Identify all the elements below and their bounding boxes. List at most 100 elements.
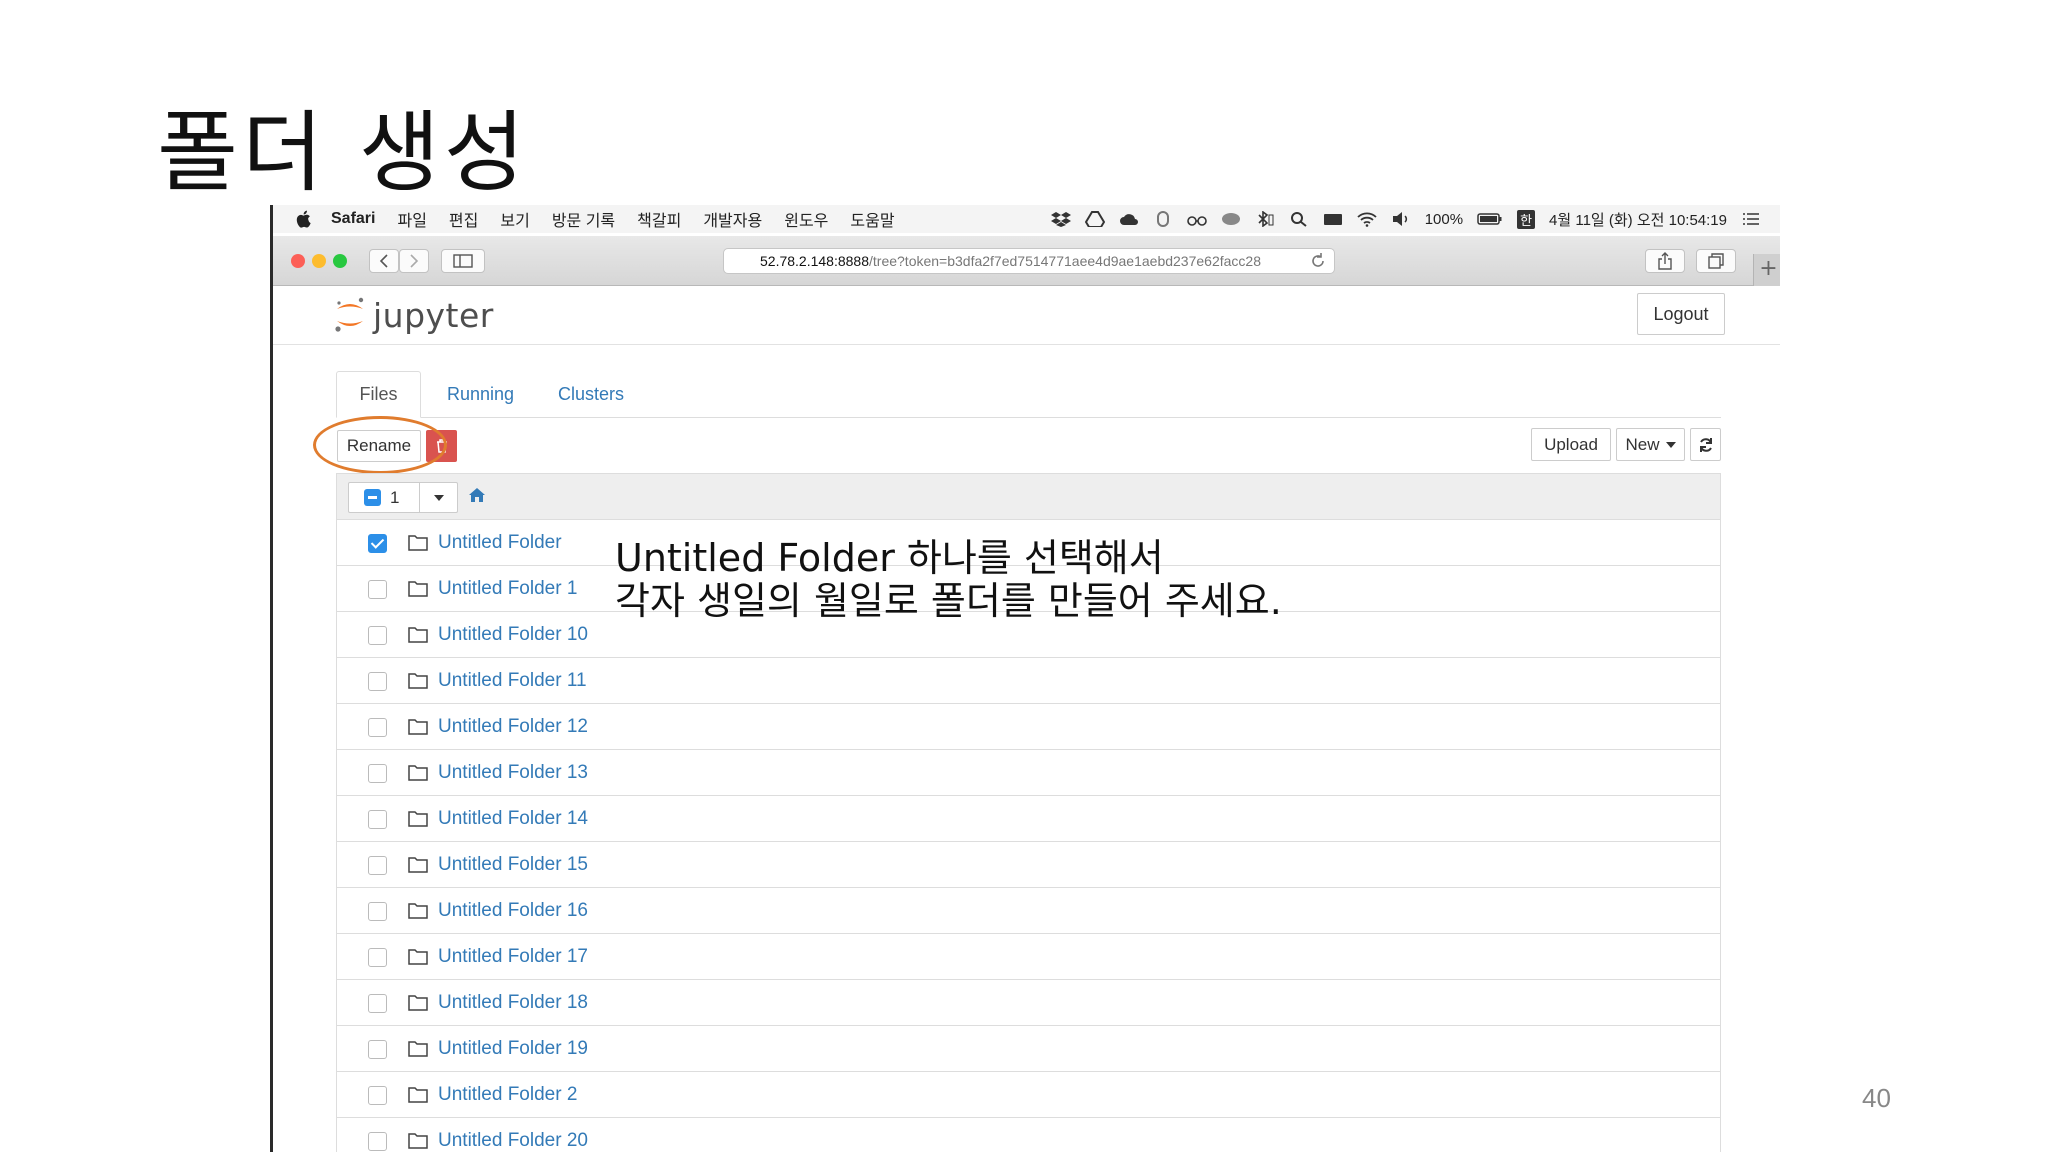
row-checkbox[interactable] xyxy=(368,718,387,737)
row-checkbox[interactable] xyxy=(368,534,387,553)
apple-icon[interactable] xyxy=(295,209,313,229)
folder-icon xyxy=(408,1133,428,1149)
zoom-window-button[interactable] xyxy=(333,254,347,268)
spotlight-search-icon[interactable] xyxy=(1289,211,1309,227)
menu-help[interactable]: 도움말 xyxy=(850,207,894,231)
cloud-icon[interactable] xyxy=(1119,211,1139,227)
select-all-group: 1 xyxy=(348,482,458,513)
minimize-window-button[interactable] xyxy=(312,254,326,268)
close-window-button[interactable] xyxy=(291,254,305,268)
folder-name-link[interactable]: Untitled Folder 13 xyxy=(438,762,588,784)
chevron-left-icon xyxy=(379,254,388,268)
tab-files[interactable]: Files xyxy=(336,371,421,418)
forward-button[interactable] xyxy=(399,249,429,273)
file-row[interactable]: Untitled Folder 14 xyxy=(337,796,1720,842)
menu-window[interactable]: 윈도우 xyxy=(784,207,828,231)
folder-name-link[interactable]: Untitled Folder 1 xyxy=(438,578,577,600)
row-checkbox[interactable] xyxy=(368,902,387,921)
file-row[interactable]: Untitled Folder 16 xyxy=(337,888,1720,934)
volume-icon[interactable] xyxy=(1391,211,1411,227)
dropbox-icon[interactable] xyxy=(1050,211,1071,227)
chevron-right-icon xyxy=(410,254,419,268)
address-bar[interactable]: 52.78.2.148:8888/tree?token=b3dfa2f7ed75… xyxy=(723,248,1335,274)
share-button[interactable] xyxy=(1645,249,1685,273)
menu-develop[interactable]: 개발자용 xyxy=(703,207,762,231)
row-checkbox[interactable] xyxy=(368,1086,387,1105)
tab-clusters[interactable]: Clusters xyxy=(558,371,624,418)
folder-name-link[interactable]: Untitled Folder 19 xyxy=(438,1038,588,1060)
folder-icon xyxy=(408,627,428,643)
folder-icon xyxy=(408,719,428,735)
folder-name-link[interactable]: Untitled Folder 2 xyxy=(438,1084,577,1106)
file-row[interactable]: Untitled Folder 13 xyxy=(337,750,1720,796)
wifi-icon[interactable] xyxy=(1357,211,1377,227)
disk-icon[interactable] xyxy=(1221,211,1241,227)
folder-icon xyxy=(408,811,428,827)
row-checkbox[interactable] xyxy=(368,672,387,691)
battery-icon[interactable] xyxy=(1477,211,1503,227)
folder-name-link[interactable]: Untitled Folder 17 xyxy=(438,946,588,968)
reload-icon[interactable] xyxy=(1310,252,1326,270)
url-path: /tree?token=b3dfa2f7ed7514771aee4d9ae1ae… xyxy=(869,253,1261,269)
new-dropdown-button[interactable]: New xyxy=(1616,428,1685,461)
new-tab-button[interactable]: + xyxy=(1753,254,1780,286)
bluetooth-icon[interactable] xyxy=(1255,211,1275,227)
menu-bookmarks[interactable]: 책갈피 xyxy=(637,207,681,231)
menu-edit[interactable]: 편집 xyxy=(449,207,478,231)
glasses-icon[interactable] xyxy=(1186,211,1207,227)
file-row[interactable]: Untitled Folder 17 xyxy=(337,934,1720,980)
sidebar-toggle-button[interactable] xyxy=(441,249,485,273)
folder-name-link[interactable]: Untitled Folder xyxy=(438,532,562,554)
row-checkbox[interactable] xyxy=(368,856,387,875)
row-checkbox[interactable] xyxy=(368,626,387,645)
folder-name-link[interactable]: Untitled Folder 11 xyxy=(438,670,587,692)
menubar-clock[interactable]: 4월 11일 (화) 오전 10:54:19 xyxy=(1549,209,1727,230)
file-row[interactable]: Untitled Folder 15 xyxy=(337,842,1720,888)
row-checkbox[interactable] xyxy=(368,994,387,1013)
folder-name-link[interactable]: Untitled Folder 20 xyxy=(438,1130,588,1152)
select-all-checkbox[interactable]: 1 xyxy=(349,483,420,512)
jupyter-logo[interactable]: jupyter xyxy=(333,295,494,335)
logout-button[interactable]: Logout xyxy=(1637,293,1725,335)
keyboard-icon[interactable] xyxy=(1323,211,1343,227)
refresh-button[interactable] xyxy=(1690,428,1721,461)
file-row[interactable]: Untitled Folder 18 xyxy=(337,980,1720,1026)
folder-icon xyxy=(408,581,428,597)
folder-name-link[interactable]: Untitled Folder 16 xyxy=(438,900,588,922)
show-tabs-button[interactable] xyxy=(1696,249,1736,273)
menu-file[interactable]: 파일 xyxy=(397,207,426,231)
archive-icon[interactable] xyxy=(1153,211,1173,227)
row-checkbox[interactable] xyxy=(368,1132,387,1151)
file-row[interactable]: Untitled Folder 2 xyxy=(337,1072,1720,1118)
folder-name-link[interactable]: Untitled Folder 12 xyxy=(438,716,588,738)
menu-view[interactable]: 보기 xyxy=(500,207,529,231)
folder-name-link[interactable]: Untitled Folder 10 xyxy=(438,624,588,646)
folder-icon xyxy=(408,857,428,873)
folder-name-link[interactable]: Untitled Folder 14 xyxy=(438,808,588,830)
row-checkbox[interactable] xyxy=(368,764,387,783)
jupyter-logo-text: jupyter xyxy=(373,295,494,335)
google-drive-icon[interactable] xyxy=(1084,211,1105,227)
annotation-line-1: Untitled Folder 하나를 선택해서 xyxy=(615,536,1164,580)
tab-running[interactable]: Running xyxy=(447,371,514,418)
plus-icon: + xyxy=(1759,256,1778,281)
home-icon[interactable] xyxy=(468,486,486,504)
row-checkbox[interactable] xyxy=(368,1040,387,1059)
notification-center-icon[interactable] xyxy=(1741,211,1761,227)
menu-safari[interactable]: Safari xyxy=(331,210,375,228)
folder-name-link[interactable]: Untitled Folder 18 xyxy=(438,992,588,1014)
file-row[interactable]: Untitled Folder 12 xyxy=(337,704,1720,750)
slide-annotation: Untitled Folder 하나를 선택해서 각자 생일의 월일로 폴더를 … xyxy=(615,537,1282,623)
menu-history[interactable]: 방문 기록 xyxy=(552,207,615,231)
upload-button[interactable]: Upload xyxy=(1531,428,1611,461)
folder-name-link[interactable]: Untitled Folder 15 xyxy=(438,854,588,876)
row-checkbox[interactable] xyxy=(368,810,387,829)
file-row[interactable]: Untitled Folder 11 xyxy=(337,658,1720,704)
file-row[interactable]: Untitled Folder 19 xyxy=(337,1026,1720,1072)
back-button[interactable] xyxy=(369,249,399,273)
file-row[interactable]: Untitled Folder 20 xyxy=(337,1118,1720,1152)
select-menu-dropdown[interactable] xyxy=(420,483,457,512)
input-method-indicator[interactable]: 한 xyxy=(1517,209,1536,229)
row-checkbox[interactable] xyxy=(368,948,387,967)
row-checkbox[interactable] xyxy=(368,580,387,599)
